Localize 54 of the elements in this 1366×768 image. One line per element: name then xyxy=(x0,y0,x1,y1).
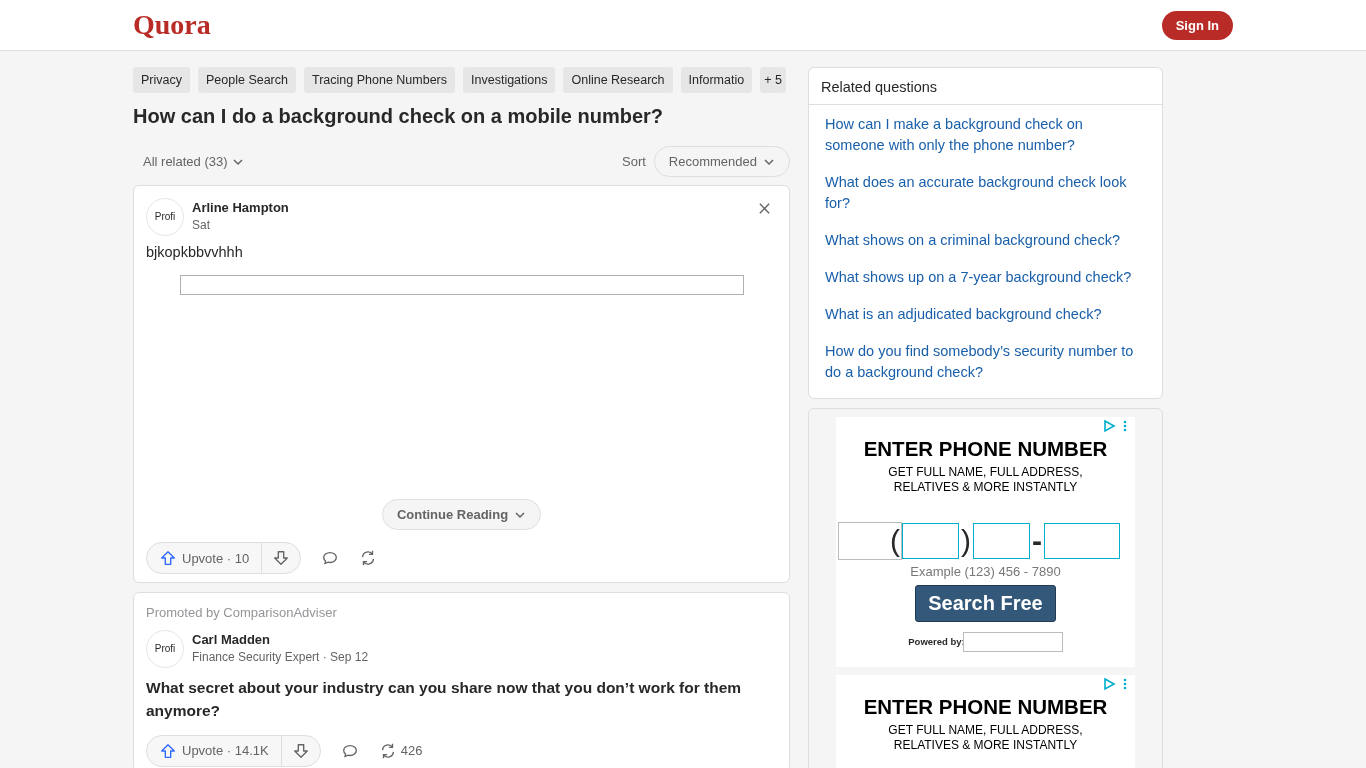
ad-subline: GET FULL NAME, FULL ADDRESS, RELATIVES & MORE INSTANTLY xyxy=(887,723,1084,752)
more-topics-tag[interactable]: + 5 xyxy=(760,67,786,93)
avatar-alt-text: Profi xyxy=(154,644,176,654)
related-question-link[interactable]: What is an adjudicated background check? xyxy=(809,295,1162,333)
author-name[interactable]: Carl Madden xyxy=(192,632,369,647)
parenthesis: ) xyxy=(961,523,971,558)
phone-prefix-field[interactable] xyxy=(973,522,1030,559)
related-question-link[interactable]: What shows on a criminal background check? xyxy=(809,221,1162,259)
ad-headline: ENTER PHONE NUMBER xyxy=(862,437,1109,462)
arrow-up-icon xyxy=(159,741,177,760)
topic-tag[interactable]: People Search xyxy=(198,67,296,93)
arrow-down-icon xyxy=(272,549,291,567)
topic-tag[interactable]: Online Research xyxy=(563,67,673,93)
related-question-link[interactable]: How do you find somebody’s security number to do a background check? xyxy=(809,332,1162,391)
continue-reading-button[interactable]: Continue Reading xyxy=(381,499,542,530)
phone-line-field[interactable] xyxy=(1044,522,1120,559)
answer-text: bjkopkbbvvhhh xyxy=(146,244,244,260)
dash: - xyxy=(1032,523,1042,558)
all-related-dropdown[interactable]: All related (33) xyxy=(133,148,254,175)
ad-choices-icon[interactable] xyxy=(1103,419,1129,434)
answer-question-title[interactable]: What secret about your industry can you share now that you don’t work for them anymore? xyxy=(146,676,777,723)
share-count: 426 xyxy=(400,743,423,758)
topic-tag[interactable]: Investigations xyxy=(463,67,556,93)
sign-in-button[interactable]: Sign In xyxy=(1161,10,1233,40)
image-placeholder xyxy=(838,521,902,560)
ad-choices-icon[interactable] xyxy=(1103,677,1129,692)
topic-tag[interactable]: Privacy xyxy=(133,67,190,93)
question-title: How can I do a background check on a mobile number? xyxy=(133,105,665,128)
related-question-link[interactable]: What shows up on a 7-year background check? xyxy=(809,258,1162,296)
arrow-down-icon xyxy=(291,741,310,760)
panel-title: Related questions xyxy=(809,68,1162,105)
example-text: Example (123) 456 - 7890 xyxy=(909,563,1062,579)
author-name[interactable]: Arline Hampton xyxy=(192,200,289,215)
logo[interactable]: Quora xyxy=(133,9,211,41)
sort-label: Sort xyxy=(622,154,646,169)
ad-subline: GET FULL NAME, FULL ADDRESS, RELATIVES & MORE INSTANTLY xyxy=(887,465,1084,494)
arrow-up-icon xyxy=(159,549,177,567)
upvote-button[interactable]: Upvote · 10 xyxy=(147,543,263,573)
author-meta: Sat xyxy=(192,218,211,232)
topic-tag[interactable]: Tracing Phone Numbers xyxy=(304,67,456,93)
author-meta: Finance Security Expert · Sep 12 xyxy=(192,650,369,664)
upvote-button[interactable]: Upvote · 14.1K xyxy=(147,735,282,766)
promoted-label: Promoted by ComparisonAdviser xyxy=(146,605,338,620)
close-icon[interactable] xyxy=(758,202,771,215)
sort-dropdown[interactable]: Recommended xyxy=(653,146,790,177)
parenthesis: ( xyxy=(890,523,900,558)
topic-tag[interactable]: Informatio xyxy=(680,67,753,93)
related-question-link[interactable]: What does an accurate background check look for? xyxy=(809,163,1162,222)
area-code-field[interactable] xyxy=(902,522,959,559)
search-free-button[interactable]: Search Free xyxy=(915,584,1056,622)
related-question-link[interactable]: How can I make a background check on someone with only the phone number? xyxy=(809,105,1162,164)
avatar-alt-text: Profi xyxy=(154,212,176,222)
ad-headline: ENTER PHONE NUMBER xyxy=(862,695,1109,720)
comment-icon[interactable] xyxy=(321,549,340,567)
